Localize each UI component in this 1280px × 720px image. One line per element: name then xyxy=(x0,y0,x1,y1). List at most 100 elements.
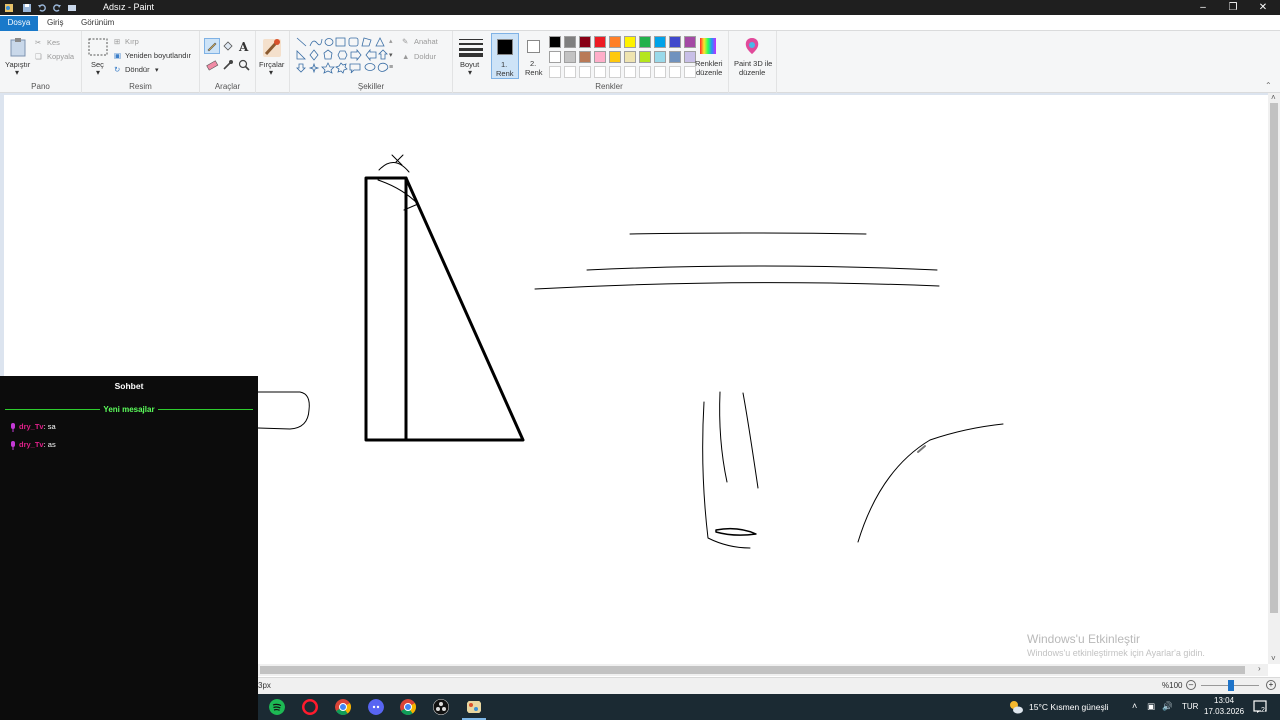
palette-empty-swatch[interactable] xyxy=(609,66,621,78)
eraser-icon[interactable] xyxy=(205,58,219,72)
palette-color-swatch[interactable] xyxy=(624,36,636,48)
collapse-ribbon-icon[interactable]: ⌃ xyxy=(1265,81,1272,90)
obs-icon[interactable] xyxy=(433,699,449,715)
pencil-icon[interactable] xyxy=(204,38,220,54)
minimize-button[interactable]: – xyxy=(1188,0,1218,15)
palette-empty-swatch[interactable] xyxy=(654,66,666,78)
magnifier-icon[interactable] xyxy=(237,58,251,72)
edit-colors-label-2[interactable]: düzenle xyxy=(696,68,722,77)
palette-color-swatch[interactable] xyxy=(639,51,651,63)
palette-color-swatch[interactable] xyxy=(549,51,561,63)
palette-color-swatch[interactable] xyxy=(564,36,576,48)
chevron-up-icon[interactable]: ˄ xyxy=(1132,701,1137,711)
network-icon[interactable]: ▣ xyxy=(1147,701,1155,712)
language-indicator[interactable]: TUR xyxy=(1182,702,1198,711)
palette-color-swatch[interactable] xyxy=(624,51,636,63)
palette-color-swatch[interactable] xyxy=(579,36,591,48)
save-icon[interactable] xyxy=(22,3,32,13)
chat-username: dry_Tv xyxy=(19,422,44,431)
palette-color-swatch[interactable] xyxy=(594,36,606,48)
palette-color-swatch[interactable] xyxy=(684,36,696,48)
palette-empty-swatch[interactable] xyxy=(564,66,576,78)
chevron-down-icon[interactable]: ▾ xyxy=(389,51,393,59)
palette-empty-swatch[interactable] xyxy=(639,66,651,78)
palette-empty-swatch[interactable] xyxy=(549,66,561,78)
chrome-icon-2[interactable] xyxy=(400,699,416,715)
scroll-up-icon[interactable]: ˄ xyxy=(1271,93,1276,102)
group-label-colors: Renkler xyxy=(595,82,623,91)
palette-color-swatch[interactable] xyxy=(609,36,621,48)
zoom-in-button[interactable]: + xyxy=(1266,680,1276,690)
fill-bucket-icon[interactable] xyxy=(221,39,235,53)
palette-color-swatch[interactable] xyxy=(594,51,606,63)
resize-button[interactable]: Yeniden boyutlandır xyxy=(125,51,191,60)
edit-colors-icon[interactable] xyxy=(699,37,717,55)
outline-button[interactable]: Anahat xyxy=(414,37,438,46)
chevron-up-icon[interactable]: ▴ xyxy=(389,37,393,45)
color-picker-icon[interactable] xyxy=(221,58,235,72)
redo-icon[interactable] xyxy=(52,3,62,13)
scroll-down-icon[interactable]: ˅ xyxy=(1271,654,1276,663)
palette-empty-swatch[interactable] xyxy=(669,66,681,78)
palette-color-swatch[interactable] xyxy=(669,36,681,48)
maximize-button[interactable]: ❐ xyxy=(1218,0,1248,15)
drawn-curve-2 xyxy=(857,423,1004,543)
vertical-scrollbar[interactable]: ˄ ˅ xyxy=(1268,93,1280,664)
copy-button[interactable]: Kopyala xyxy=(47,52,74,61)
tab-home[interactable]: Giriş xyxy=(40,16,70,31)
scroll-thumb[interactable] xyxy=(1270,103,1278,613)
horizontal-scrollbar[interactable]: › xyxy=(258,664,1268,676)
outline-icon: ✎ xyxy=(402,37,409,46)
paint3d-icon[interactable] xyxy=(743,37,761,55)
undo-icon[interactable] xyxy=(37,3,47,13)
volume-icon[interactable]: 🔊 xyxy=(1162,701,1173,712)
microphone-icon xyxy=(11,422,15,432)
zoom-slider-thumb[interactable] xyxy=(1228,680,1234,691)
select-icon[interactable] xyxy=(88,38,108,56)
scroll-right-icon[interactable]: › xyxy=(1258,664,1261,673)
palette-color-swatch[interactable] xyxy=(654,51,666,63)
discord-icon[interactable] xyxy=(368,699,384,715)
palette-color-swatch[interactable] xyxy=(669,51,681,63)
tab-file[interactable]: Dosya xyxy=(0,16,38,31)
text-tool-icon[interactable]: A xyxy=(237,39,251,53)
activation-subtitle: Windows'u etkinleştirmek için Ayarlar'a … xyxy=(1027,648,1205,658)
paint3d-label-2[interactable]: düzenle xyxy=(739,68,765,77)
palette-empty-swatch[interactable] xyxy=(579,66,591,78)
edit-colors-label[interactable]: Renkleri xyxy=(695,59,723,68)
palette-color-swatch[interactable] xyxy=(639,36,651,48)
scroll-thumb[interactable] xyxy=(260,666,1245,674)
spotify-icon[interactable] xyxy=(269,699,285,715)
palette-empty-swatch[interactable] xyxy=(594,66,606,78)
palette-empty-swatch[interactable] xyxy=(624,66,636,78)
paint-taskbar-icon[interactable] xyxy=(466,699,482,715)
line-size-icon[interactable] xyxy=(459,37,483,57)
palette-color-swatch[interactable] xyxy=(609,51,621,63)
tab-view[interactable]: Görünüm xyxy=(74,16,121,31)
fill-button[interactable]: Doldur xyxy=(414,52,436,61)
color2-button[interactable]: 2. Renk xyxy=(521,33,549,79)
crop-button[interactable]: Kırp xyxy=(125,37,139,46)
clock-date[interactable]: 17.03.2026 xyxy=(1204,707,1244,716)
shapes-gallery[interactable] xyxy=(296,37,394,77)
weather-icon[interactable] xyxy=(1008,699,1024,715)
chrome-icon[interactable] xyxy=(335,699,351,715)
clock-time[interactable]: 13:04 xyxy=(1214,696,1234,705)
palette-color-swatch[interactable] xyxy=(549,36,561,48)
customize-toolbar-icon[interactable] xyxy=(67,3,77,13)
palette-color-swatch[interactable] xyxy=(579,51,591,63)
rotate-button[interactable]: Döndür xyxy=(125,65,150,74)
palette-color-swatch[interactable] xyxy=(654,36,666,48)
zoom-out-button[interactable]: – xyxy=(1186,680,1196,690)
brush-icon[interactable] xyxy=(261,37,283,59)
color1-button[interactable]: 1. Renk xyxy=(491,33,519,79)
palette-color-swatch[interactable] xyxy=(564,51,576,63)
cut-button[interactable]: Kes xyxy=(47,38,60,47)
weather-text[interactable]: 15°C Kısmen güneşli xyxy=(1029,702,1108,712)
close-button[interactable]: ✕ xyxy=(1248,0,1278,15)
paint3d-label[interactable]: Paint 3D ile xyxy=(734,59,772,68)
paste-icon[interactable] xyxy=(9,37,27,57)
opera-gx-icon[interactable] xyxy=(302,699,318,715)
more-shapes-icon[interactable]: ≡ xyxy=(389,64,393,71)
chat-overlay: Sohbet Yeni mesajlar dry_Tv: sa dry_Tv: … xyxy=(0,376,258,720)
